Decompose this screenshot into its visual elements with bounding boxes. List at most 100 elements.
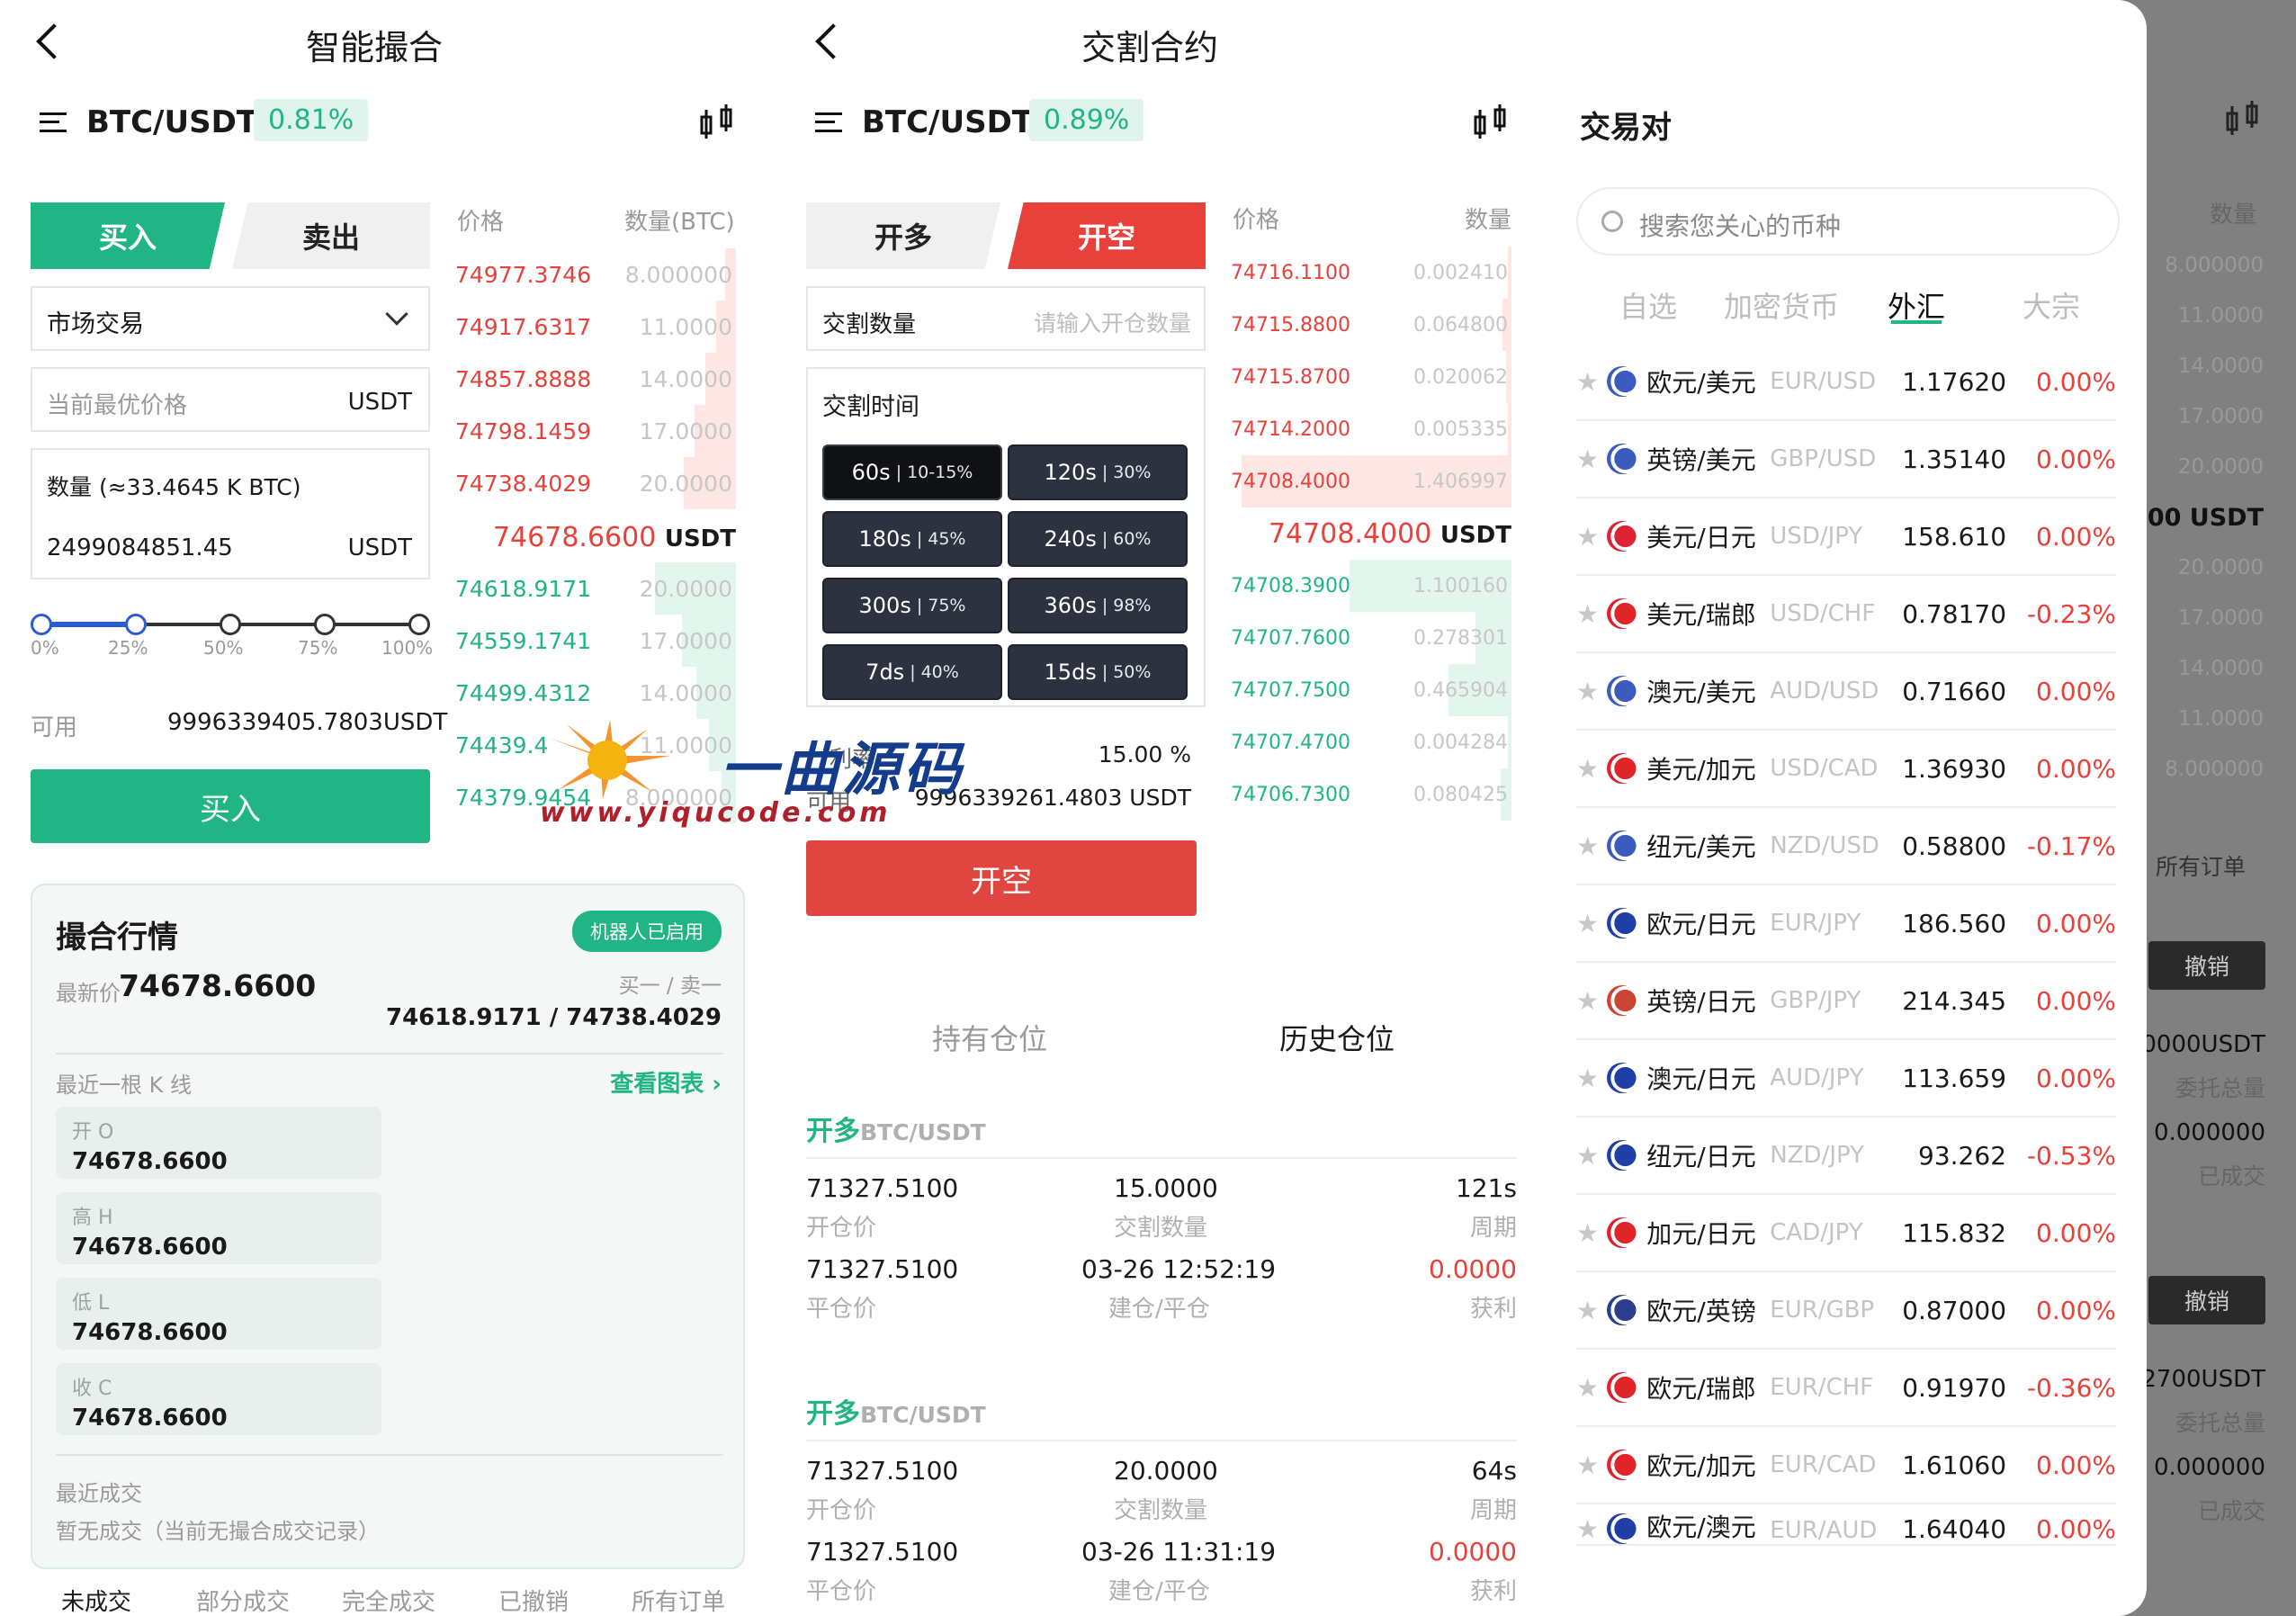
star-icon[interactable]: ★ <box>1576 909 1600 938</box>
star-icon[interactable]: ★ <box>1576 599 1600 629</box>
short-tab[interactable]: 开空 <box>1008 202 1206 269</box>
pair-row[interactable]: ★ 欧元/日元 EUR/JPY 186.560 0.00% <box>1576 885 2116 963</box>
tab-crypto[interactable]: 加密货币 <box>1724 284 1839 326</box>
bid-row[interactable]: 74706.7300 0.080425 <box>1231 768 1511 821</box>
kline-icon <box>2226 101 2258 135</box>
qty-field[interactable]: 数量 (≈33.4645 K BTC) 2499084851.45 USDT <box>31 448 430 579</box>
contract-qty-field[interactable]: 交割数量 请输入开仓数量 <box>806 286 1206 351</box>
ask-row[interactable]: 74714.2000 0.005335 <box>1231 403 1511 455</box>
tab-all-orders[interactable]: 所有订单 <box>632 1584 725 1616</box>
ask-row[interactable]: 74716.1100 0.002410 <box>1231 247 1511 299</box>
star-icon[interactable]: ★ <box>1576 367 1600 397</box>
tab-filled[interactable]: 完全成交 <box>342 1584 435 1616</box>
star-icon[interactable]: ★ <box>1576 1296 1600 1325</box>
star-icon[interactable]: ★ <box>1576 831 1600 861</box>
pair-name[interactable]: BTC/USDT <box>862 104 1033 140</box>
time-option-360s[interactable]: 360s | 98% <box>1008 578 1188 633</box>
view-chart-link[interactable]: 查看图表 › <box>610 1065 722 1099</box>
bid-row[interactable]: 74707.7500 0.465904 <box>1231 664 1511 716</box>
pair-name[interactable]: BTC/USDT <box>86 104 257 140</box>
buy-tab[interactable]: 买入 <box>31 202 225 269</box>
star-icon[interactable]: ★ <box>1576 1218 1600 1248</box>
price-field[interactable]: 当前最优价格 USDT <box>31 367 430 432</box>
tab-pending[interactable]: 未成交 <box>61 1584 131 1616</box>
pair-row[interactable]: ★ 澳元/日元 AUD/JPY 113.659 0.00% <box>1576 1040 2116 1118</box>
pair-row[interactable]: ★ 欧元/美元 EUR/USD 1.17620 0.00% <box>1576 344 2116 421</box>
ask-row[interactable]: 74715.8800 0.064800 <box>1231 299 1511 351</box>
tab-history[interactable]: 历史仓位 <box>1279 1017 1395 1058</box>
pair-row[interactable]: ★ 英镑/美元 GBP/USD 1.35140 0.00% <box>1576 421 2116 498</box>
time-option-120s[interactable]: 120s | 30% <box>1008 444 1188 500</box>
time-option-240s[interactable]: 240s | 60% <box>1008 511 1188 567</box>
star-icon[interactable]: ★ <box>1576 1141 1600 1171</box>
search-icon <box>1601 211 1623 232</box>
menu-icon[interactable] <box>40 112 67 132</box>
star-icon[interactable]: ★ <box>1576 1373 1600 1403</box>
bid-row[interactable]: 74439.4 11.0000 <box>455 719 736 771</box>
star-icon[interactable]: ★ <box>1576 1064 1600 1093</box>
menu-icon[interactable] <box>815 112 842 132</box>
order-type-select[interactable]: 市场交易 <box>31 286 430 351</box>
bid-row[interactable]: 74707.7600 0.278301 <box>1231 612 1511 664</box>
kline-icon[interactable] <box>1472 104 1510 140</box>
star-icon[interactable]: ★ <box>1576 1450 1600 1480</box>
pair-row[interactable]: ★ 美元/日元 USD/JPY 158.610 0.00% <box>1576 498 2116 576</box>
tab-positions[interactable]: 持有仓位 <box>932 1017 1047 1058</box>
ask-row[interactable]: 74738.4029 20.0000 <box>455 457 736 509</box>
pair-name: 澳元/美元 <box>1646 678 1756 707</box>
slider-dot[interactable] <box>314 614 336 635</box>
time-option-60s[interactable]: 60s | 10-15% <box>822 444 1002 500</box>
star-icon[interactable]: ★ <box>1576 1514 1600 1544</box>
bid-row[interactable]: 74708.3900 1.100160 <box>1231 560 1511 612</box>
ask-row[interactable]: 74857.8888 14.0000 <box>455 353 736 405</box>
bid-row[interactable]: 74559.1741 17.0000 <box>455 615 736 667</box>
time-option-300s[interactable]: 300s | 75% <box>822 578 1002 633</box>
pair-row[interactable]: ★ 美元/瑞郎 USD/CHF 0.78170 -0.23% <box>1576 576 2116 653</box>
pair-row[interactable]: ★ 美元/加元 USD/CAD 1.36930 0.00% <box>1576 731 2116 808</box>
pair-row[interactable]: ★ 纽元/美元 NZD/USD 0.58800 -0.17% <box>1576 808 2116 885</box>
tab-commodities[interactable]: 大宗 <box>2022 284 2080 326</box>
back-icon[interactable] <box>36 23 72 59</box>
time-option-15ds[interactable]: 15ds | 50% <box>1008 644 1188 700</box>
bid-row[interactable]: 74499.4312 14.0000 <box>455 667 736 719</box>
pair-row[interactable]: ★ 欧元/英镑 EUR/GBP 0.87000 0.00% <box>1576 1272 2116 1350</box>
sell-tab[interactable]: 卖出 <box>232 202 430 269</box>
tab-partial[interactable]: 部分成交 <box>196 1584 290 1616</box>
tab-cancelled[interactable]: 已撤销 <box>498 1584 569 1616</box>
ask-row[interactable]: 74715.8700 0.020062 <box>1231 351 1511 403</box>
pair-row[interactable]: ★ 欧元/澳元 EUR/AUD 1.64040 0.00% <box>1576 1504 2116 1546</box>
star-icon[interactable]: ★ <box>1576 444 1600 474</box>
pair-row[interactable]: ★ 纽元/日元 NZD/JPY 93.262 -0.53% <box>1576 1118 2116 1195</box>
time-option-180s[interactable]: 180s | 45% <box>822 511 1002 567</box>
star-icon[interactable]: ★ <box>1576 754 1600 784</box>
long-tab[interactable]: 开多 <box>806 202 1000 269</box>
pair-row[interactable]: ★ 澳元/美元 AUD/USD 0.71660 0.00% <box>1576 653 2116 731</box>
slider-dot[interactable] <box>125 614 147 635</box>
pair-row[interactable]: ★ 欧元/瑞郎 EUR/CHF 0.91970 -0.36% <box>1576 1350 2116 1427</box>
bid-row[interactable]: 74379.9454 8.000000 <box>455 771 736 823</box>
pair-row[interactable]: ★ 英镑/日元 GBP/JPY 214.345 0.00% <box>1576 963 2116 1040</box>
ask-row[interactable]: 74708.4000 1.406997 <box>1231 455 1511 507</box>
tab-favorites[interactable]: 自选 <box>1619 284 1677 326</box>
kline-icon[interactable] <box>698 104 736 140</box>
history-item: 开多BTC/USDT 71327.5100 开仓价 20.0000 交割数量 6… <box>806 1391 1517 1607</box>
flag-icon <box>1607 521 1638 552</box>
ask-row[interactable]: 74977.3746 8.000000 <box>455 248 736 301</box>
ask-row[interactable]: 74917.6317 11.0000 <box>455 301 736 353</box>
bid-row[interactable]: 74707.4700 0.004284 <box>1231 716 1511 768</box>
star-icon[interactable]: ★ <box>1576 677 1600 706</box>
slider-dot[interactable] <box>408 614 430 635</box>
open-short-button[interactable]: 开空 <box>806 840 1197 916</box>
buy-button[interactable]: 买入 <box>31 769 430 843</box>
time-option-7ds[interactable]: 7ds | 40% <box>822 644 1002 700</box>
slider-dot[interactable] <box>31 614 52 635</box>
pair-row[interactable]: ★ 加元/日元 CAD/JPY 115.832 0.00% <box>1576 1195 2116 1272</box>
back-icon[interactable] <box>815 23 851 59</box>
ask-row[interactable]: 74798.1459 17.0000 <box>455 405 736 457</box>
star-icon[interactable]: ★ <box>1576 522 1600 552</box>
slider-dot[interactable] <box>220 614 241 635</box>
star-icon[interactable]: ★ <box>1576 986 1600 1016</box>
search-input[interactable]: 搜索您关心的币种 <box>1576 187 2120 256</box>
bid-row[interactable]: 74618.9171 20.0000 <box>455 562 736 615</box>
pair-row[interactable]: ★ 欧元/加元 EUR/CAD 1.61060 0.00% <box>1576 1427 2116 1504</box>
